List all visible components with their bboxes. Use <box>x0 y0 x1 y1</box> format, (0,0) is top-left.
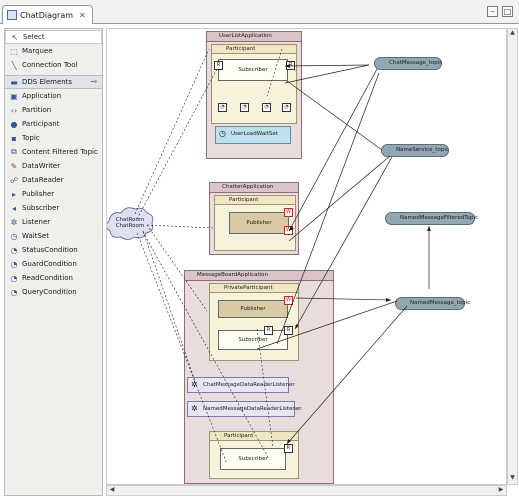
palette-item-label: Listener <box>22 218 51 226</box>
palette-item-listener[interactable]: ✲ Listener <box>5 215 102 229</box>
palette-item-label: Partition <box>22 106 52 114</box>
palette-item-label: QueryCondition <box>22 288 77 296</box>
palette-item-label: ReadCondition <box>22 274 73 282</box>
palette-item-waitset[interactable]: ◷ WaitSet <box>5 229 102 243</box>
palette-item-topic[interactable]: ▪ Topic <box>5 131 102 145</box>
drawer-collapse-icon: ▬ <box>10 77 18 87</box>
palette-item-query-condition[interactable]: ◔ QueryCondition <box>5 285 102 299</box>
palette-tool-marquee[interactable]: ⬚ Marquee <box>5 44 102 58</box>
editor-tab-title: ChatDiagram <box>20 10 74 20</box>
palette-item-datawriter[interactable]: ✎ DataWriter <box>5 159 102 173</box>
horizontal-scrollbar[interactable]: ◀ ▶ <box>106 485 507 496</box>
scroll-down-icon[interactable]: ▼ <box>508 474 517 484</box>
scroll-up-icon[interactable]: ▲ <box>508 29 517 39</box>
waitset-icon: ◷ <box>10 231 18 241</box>
diagram-file-icon <box>7 10 17 20</box>
palette-item-subscriber[interactable]: ◂ Subscriber <box>5 201 102 215</box>
palette-drawer-label: DDS Elements <box>22 78 73 86</box>
participant-icon: ● <box>10 119 18 129</box>
topic-icon: ▪ <box>11 133 17 143</box>
datareader-icon: ☍ <box>9 175 19 185</box>
palette-tool-label: Select <box>23 33 45 41</box>
palette-item-label: Subscriber <box>22 204 60 212</box>
palette-item-publisher[interactable]: ▸ Publisher <box>5 187 102 201</box>
subscriber-icon: ◂ <box>11 203 16 213</box>
vertical-scrollbar[interactable]: ▲ ▼ <box>507 28 518 485</box>
palette-drawer-dds-elements[interactable]: ▬ DDS Elements ⊸ <box>5 75 102 89</box>
palette-item-application[interactable]: ▣ Application <box>5 89 102 103</box>
palette-item-content-filtered-topic[interactable]: ⧉ Content Filtered Topic <box>5 145 102 159</box>
partition-label[interactable]: ChatRoom ChatRoom <box>111 217 149 229</box>
palette-item-label: DataReader <box>22 176 64 184</box>
palette-item-partition[interactable]: ‹› Partition <box>5 103 102 117</box>
partition-expression: ChatRoom <box>115 223 145 229</box>
connection-tool-icon: ╲ <box>11 60 17 70</box>
palette-item-label: Application <box>22 92 62 100</box>
palette-tool-connection[interactable]: ╲ Connection Tool <box>5 58 102 72</box>
pin-icon[interactable]: ⊸ <box>90 77 97 86</box>
select-arrow-icon: ↖ <box>11 32 19 42</box>
palette-item-label: StatusCondition <box>22 246 78 254</box>
partition-icon: ‹› <box>10 105 18 115</box>
diagram-canvas[interactable]: UserListApplication Participant Subscrib… <box>106 28 507 485</box>
palette-item-label: DataWriter <box>22 162 61 170</box>
editor-tab-bar: ChatDiagram ✕ – □ <box>0 0 519 24</box>
palette-item-read-condition[interactable]: ◔ ReadCondition <box>5 271 102 285</box>
editor-tab-chatdiagram[interactable]: ChatDiagram ✕ <box>2 5 93 24</box>
palette-tool-select[interactable]: ↖ Select <box>5 30 102 44</box>
datawriter-icon: ✎ <box>10 161 18 171</box>
palette-item-label: Topic <box>22 134 40 142</box>
query-condition-icon: ◔ <box>10 287 18 297</box>
scroll-right-icon[interactable]: ▶ <box>496 486 506 495</box>
content-filtered-topic-icon: ⧉ <box>11 147 17 156</box>
read-condition-icon: ◔ <box>10 273 18 283</box>
palette-tool-label: Marquee <box>22 47 53 55</box>
palette-item-label: GuardCondition <box>22 260 77 268</box>
palette-item-participant[interactable]: ● Participant <box>5 117 102 131</box>
palette-item-label: Publisher <box>22 190 55 198</box>
application-icon: ▣ <box>10 91 18 101</box>
connection-links <box>107 48 431 465</box>
palette-item-label: Content Filtered Topic <box>22 148 98 156</box>
marquee-icon: ⬚ <box>10 46 18 56</box>
minimize-button[interactable]: – <box>487 6 498 17</box>
scroll-left-icon[interactable]: ◀ <box>107 486 117 495</box>
palette-tool-label: Connection Tool <box>22 61 78 69</box>
status-condition-icon: ◔ <box>10 245 18 255</box>
palette-item-datareader[interactable]: ☍ DataReader <box>5 173 102 187</box>
listener-icon: ✲ <box>10 217 18 227</box>
publisher-icon: ▸ <box>11 189 16 199</box>
maximize-button[interactable]: □ <box>502 6 513 17</box>
palette: ↖ Select ⬚ Marquee ╲ Connection Tool ▬ D… <box>4 28 103 496</box>
palette-item-status-condition[interactable]: ◔ StatusCondition <box>5 243 102 257</box>
guard-condition-icon: ◔ <box>10 259 18 269</box>
tab-close-icon[interactable]: ✕ <box>79 11 86 20</box>
palette-item-guard-condition[interactable]: ◔ GuardCondition <box>5 257 102 271</box>
palette-item-label: Participant <box>22 120 60 128</box>
palette-item-label: WaitSet <box>22 232 49 240</box>
